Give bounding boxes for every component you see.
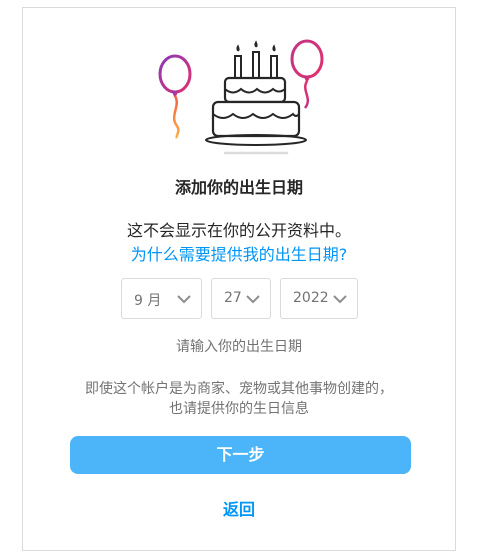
- month-select[interactable]: 9 月: [121, 278, 202, 319]
- privacy-info-text: 这不会显示在你的公开资料中。: [126, 221, 351, 240]
- why-birthday-link[interactable]: 为什么需要提供我的出生日期?: [23, 241, 455, 265]
- business-note-line1: 即使这个帐户是为商家、宠物或其他事物创建的，: [85, 381, 393, 397]
- back-link[interactable]: 返回: [23, 496, 455, 520]
- day-select[interactable]: 27: [211, 278, 271, 319]
- month-value: 9 月: [134, 293, 162, 309]
- business-note-line2: 也请提供你的生日信息: [169, 401, 309, 417]
- page-title: 添加你的出生日期: [174, 178, 303, 197]
- birthday-card: 添加你的出生日期 这不会显示在你的公开资料中。 为什么需要提供我的出生日期? 9…: [22, 7, 456, 551]
- birthday-hint: 请输入你的出生日期: [176, 339, 302, 355]
- next-button[interactable]: 下一步: [70, 436, 411, 474]
- chevron-down-icon: [177, 295, 191, 304]
- business-note: 即使这个帐户是为商家、宠物或其他事物创建的， 也请提供你的生日信息: [23, 379, 455, 419]
- chevron-down-icon: [246, 295, 260, 304]
- birthday-cake-balloons-icon: [153, 26, 333, 161]
- year-value: 2022: [293, 290, 329, 306]
- day-value: 27: [224, 290, 242, 306]
- chevron-down-icon: [333, 295, 347, 304]
- year-select[interactable]: 2022: [280, 278, 358, 319]
